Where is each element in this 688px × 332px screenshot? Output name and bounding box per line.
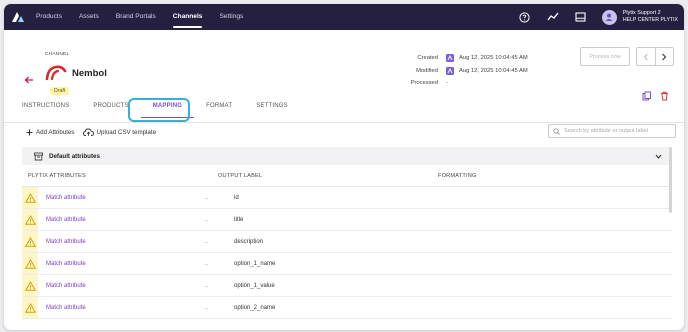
chevron-left-icon	[643, 53, 648, 60]
channel-header: CHANNEL Nembol Draft Created Aug 12, 202…	[4, 30, 684, 102]
warning-icon	[22, 275, 38, 296]
warning-icon	[22, 209, 38, 230]
match-attribute-link[interactable]: Match attribute	[38, 217, 178, 223]
channel-section-label: CHANNEL	[45, 52, 70, 57]
process-now-button[interactable]: Process now	[580, 47, 630, 66]
meta-modified-label: Modified	[416, 67, 438, 74]
plus-icon	[26, 129, 33, 135]
table-row: Match attribute → id	[22, 187, 672, 209]
top-right-controls: Plytix Support 2 HELP CENTER PLYTIX	[504, 9, 678, 25]
arrow-right-icon: →	[202, 237, 210, 246]
table-header: PLYTIX ATTRIBUTES OUTPUT LABEL FORMATTIN…	[22, 165, 672, 187]
channel-name: Nembol	[72, 68, 107, 79]
meta-processed-value: -	[446, 80, 448, 87]
panel-title: Default attributes	[49, 152, 100, 160]
column-plytix-attributes: PLYTIX ATTRIBUTES	[28, 172, 86, 179]
match-attribute-link[interactable]: Match attribute	[38, 239, 178, 245]
add-attributes-button[interactable]: Add Attributes	[26, 129, 75, 136]
search-icon	[553, 127, 560, 135]
tab-settings[interactable]: SETTINGS	[256, 103, 288, 115]
user-info[interactable]: Plytix Support 2 HELP CENTER PLYTIX	[623, 10, 678, 25]
archive-icon	[34, 152, 43, 160]
nav-item-products[interactable]: Products	[36, 4, 62, 30]
nembol-logo	[45, 64, 67, 81]
output-label[interactable]: option_1_value	[234, 283, 275, 289]
channel-meta: Created Aug 12, 2025 10:04:45 AM Modifie…	[406, 52, 528, 90]
column-formatting: FORMATTING	[438, 172, 477, 179]
chevron-down-icon	[655, 154, 662, 159]
meta-created: Created Aug 12, 2025 10:04:45 AM	[406, 52, 528, 65]
delete-icon[interactable]	[660, 88, 670, 101]
meta-modified: Modified Aug 12, 2025 10:04:45 AM	[406, 65, 528, 78]
user-avatar[interactable]	[601, 9, 617, 25]
tab-format[interactable]: FORMAT	[206, 103, 232, 115]
attribute-search-input[interactable]: Search by attribute or output label	[548, 124, 676, 138]
top-navigation-bar: Products Assets Brand Portals Channels S…	[4, 4, 684, 30]
tab-products[interactable]: PRODUCTS	[93, 103, 128, 115]
match-attribute-link[interactable]: Match attribute	[38, 261, 178, 267]
nav-item-settings[interactable]: Settings	[219, 4, 243, 30]
next-channel-button[interactable]	[656, 48, 674, 65]
nav-item-assets[interactable]: Assets	[79, 4, 99, 30]
warning-icon	[22, 253, 38, 274]
meta-modified-value: Aug 12, 2025 10:04:45 AM	[459, 67, 528, 74]
previous-channel-button[interactable]	[637, 48, 655, 65]
match-attribute-link[interactable]: Match attribute	[38, 305, 178, 311]
table-row: Match attribute → description	[22, 231, 672, 253]
mapping-toolbar: Add Attributes Upload CSV template	[26, 128, 164, 136]
table-row: Match attribute → option_2_name	[22, 297, 672, 319]
arrow-right-icon: →	[202, 303, 210, 312]
meta-processed: Processed -	[406, 77, 528, 90]
main-nav: Products Assets Brand Portals Channels S…	[36, 4, 260, 30]
user-name: Plytix Support 2	[622, 9, 661, 16]
table-row: Match attribute → option_1_value	[22, 275, 672, 297]
tab-instructions[interactable]: INSTRUCTIONS	[22, 103, 69, 115]
search-placeholder: Search by attribute or output label	[564, 128, 648, 134]
output-label[interactable]: title	[234, 217, 243, 223]
warning-icon	[22, 187, 38, 208]
upload-csv-label: Upload CSV template	[96, 128, 157, 136]
panel-scrollbar[interactable]	[669, 147, 672, 213]
table-row: Match attribute → title	[22, 209, 672, 231]
warning-icon	[22, 231, 38, 252]
activity-chart-icon[interactable]	[546, 10, 560, 24]
channel-pager	[636, 47, 674, 66]
meta-created-value: Aug 12, 2025 10:04:45 AM	[459, 55, 528, 62]
duplicate-icon[interactable]	[642, 88, 652, 101]
output-label[interactable]: option_2_name	[234, 305, 275, 311]
match-attribute-link[interactable]: Match attribute	[38, 195, 178, 201]
back-arrow-icon[interactable]	[24, 71, 36, 84]
cloud-upload-icon	[82, 128, 94, 136]
plytix-logo[interactable]	[10, 9, 26, 25]
warning-icon	[22, 297, 38, 318]
panel-header[interactable]: Default attributes	[22, 147, 672, 165]
arrow-right-icon: →	[202, 193, 210, 202]
nav-item-channels[interactable]: Channels	[172, 4, 202, 30]
help-icon[interactable]	[518, 10, 532, 24]
arrow-right-icon: →	[202, 281, 210, 290]
output-label[interactable]: option_1_name	[234, 261, 275, 267]
meta-created-label: Created	[417, 55, 438, 62]
user-badge-icon	[446, 66, 454, 75]
app-window: Products Assets Brand Portals Channels S…	[4, 4, 684, 330]
inbox-icon[interactable]	[574, 10, 588, 24]
upload-csv-button[interactable]: Upload CSV template	[82, 128, 157, 136]
arrow-right-icon: →	[202, 215, 210, 224]
output-label[interactable]: id	[234, 195, 239, 201]
arrow-right-icon: →	[202, 259, 210, 268]
output-label[interactable]: description	[234, 239, 263, 245]
nav-item-brand-portals[interactable]: Brand Portals	[116, 4, 156, 30]
user-org: HELP CENTER PLYTIX	[622, 17, 678, 23]
add-attributes-label: Add Attributes	[36, 128, 75, 136]
chevron-right-icon	[662, 53, 667, 60]
column-output-label: OUTPUT LABEL	[218, 172, 263, 179]
status-badge: Draft	[50, 87, 70, 95]
tabs-divider	[4, 122, 684, 123]
match-attribute-link[interactable]: Match attribute	[38, 283, 178, 289]
default-attributes-panel: Default attributes PLYTIX ATTRIBUTES OUT…	[22, 147, 672, 330]
user-badge-icon	[446, 54, 454, 63]
table-row: Match attribute → option_1_name	[22, 253, 672, 275]
meta-processed-label: Processed	[410, 80, 438, 87]
mapping-tab-highlight	[128, 98, 190, 122]
